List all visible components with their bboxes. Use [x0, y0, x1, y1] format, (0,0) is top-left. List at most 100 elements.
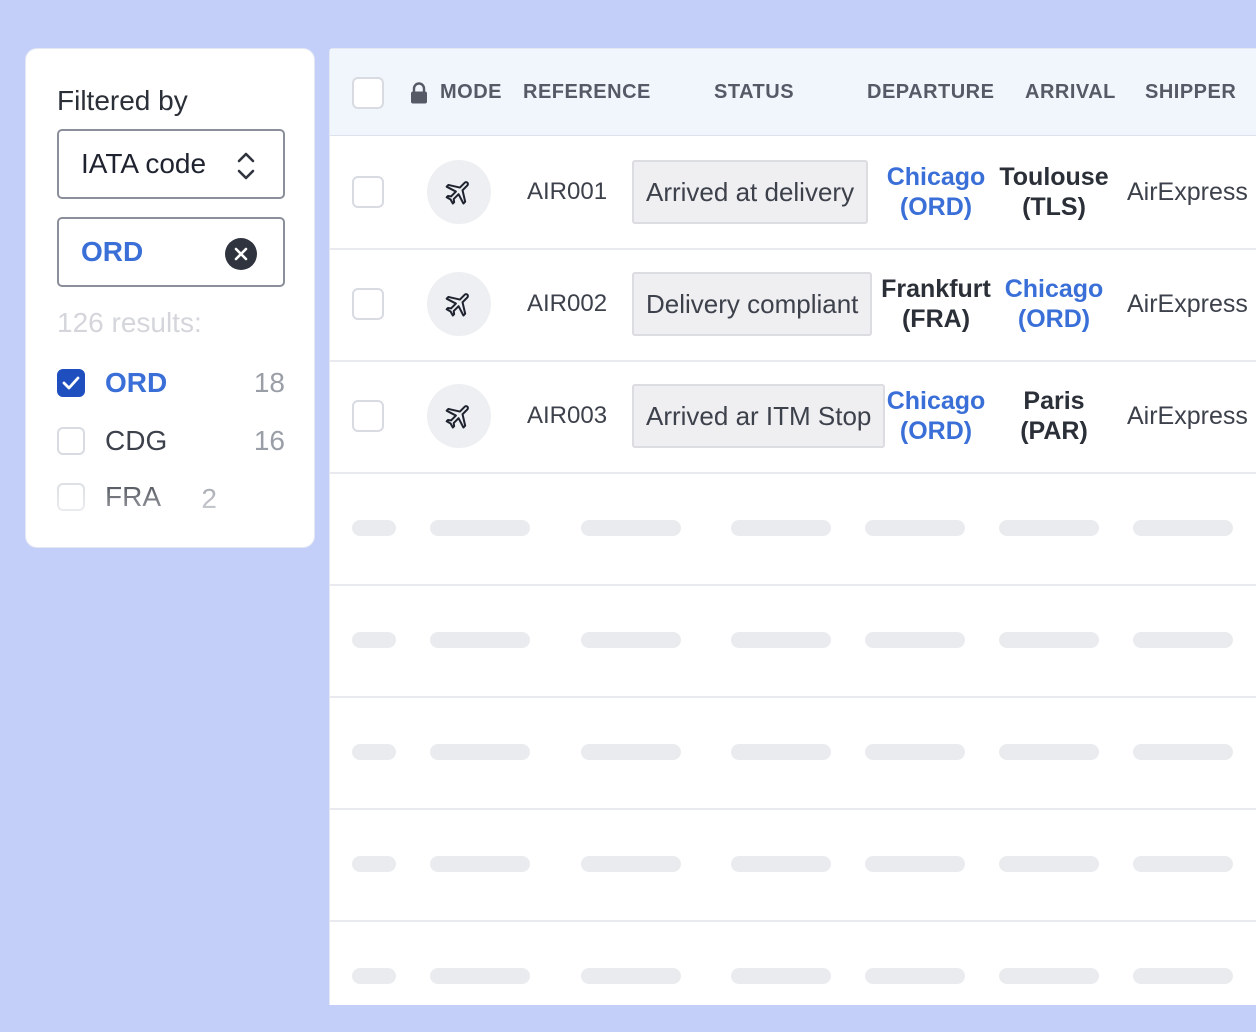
skeleton-bar: [1133, 632, 1233, 648]
arrival-code: (ORD): [1017, 305, 1091, 333]
table-row[interactable]: AIR001 Arrived at delivery Chicago (ORD)…: [330, 136, 1256, 250]
skeleton-bar: [731, 856, 831, 872]
checkbox[interactable]: [57, 427, 85, 455]
skeleton-bar: [999, 856, 1099, 872]
reference-cell: AIR002: [527, 290, 608, 317]
departure-code: (ORD): [899, 417, 973, 445]
row-checkbox[interactable]: [352, 288, 384, 320]
skeleton-bar: [430, 632, 530, 648]
arrival-cell: Toulouse (TLS): [994, 162, 1114, 222]
row-checkbox[interactable]: [352, 400, 384, 432]
table-row[interactable]: AIR003 Arrived ar ITM Stop Chicago (ORD)…: [330, 360, 1256, 474]
skeleton-bar: [1133, 520, 1233, 536]
skeleton-bar: [999, 744, 1099, 760]
filter-option-count: 18: [253, 367, 285, 398]
shipper-cell: AirExpress: [1127, 402, 1248, 430]
shipper-cell: AirExpress: [1127, 290, 1248, 318]
departure-code: (FRA): [901, 305, 971, 333]
skeleton-bar: [430, 968, 530, 984]
skeleton-bar: [1133, 856, 1233, 872]
skeleton-bar: [731, 744, 831, 760]
arrival-city: Chicago: [1004, 275, 1104, 303]
column-header-reference[interactable]: REFERENCE: [523, 81, 651, 104]
skeleton-bar: [999, 520, 1099, 536]
skeleton-bar: [581, 632, 681, 648]
filter-option-count: 2: [201, 483, 217, 514]
skeleton-bar: [581, 856, 681, 872]
skeleton-bar: [430, 856, 530, 872]
select-all-checkbox[interactable]: [352, 77, 384, 109]
departure-city: Chicago: [886, 387, 986, 415]
column-header-mode[interactable]: MODE: [440, 81, 502, 104]
column-header-shipper[interactable]: SHIPPER: [1145, 81, 1236, 104]
departure-city: Frankfurt: [881, 275, 991, 303]
skeleton-bar: [581, 520, 681, 536]
skeleton-bar: [581, 744, 681, 760]
skeleton-bar: [999, 968, 1099, 984]
arrival-cell: Paris (PAR): [994, 386, 1114, 446]
arrival-code: (PAR): [1020, 417, 1088, 445]
column-header-departure[interactable]: DEPARTURE: [867, 81, 994, 104]
skeleton-bar: [731, 968, 831, 984]
skeleton-bar: [999, 632, 1099, 648]
status-badge: Delivery compliant: [632, 272, 873, 336]
plane-icon: [427, 272, 491, 336]
departure-cell[interactable]: Chicago (ORD): [876, 162, 996, 222]
skeleton-bar: [430, 744, 530, 760]
skeleton-row: [330, 696, 1256, 810]
skeleton-bar: [1133, 744, 1233, 760]
skeleton-bar: [1133, 968, 1233, 984]
skeleton-bar: [865, 744, 965, 760]
results-count: 126 results:: [57, 307, 202, 338]
status-badge: Arrived at delivery: [632, 160, 869, 224]
filter-option-label: FRA: [105, 481, 161, 512]
skeleton-bar: [352, 856, 396, 872]
arrival-code: (TLS): [1022, 193, 1086, 221]
shipments-table: MODE REFERENCE STATUS DEPARTURE ARRIVAL …: [329, 48, 1256, 1005]
departure-cell: Frankfurt (FRA): [876, 274, 996, 334]
filter-value-text: ORD: [81, 236, 144, 267]
filter-option-label: CDG: [105, 425, 168, 456]
status-badge: Arrived ar ITM Stop: [632, 384, 886, 448]
checkbox[interactable]: [57, 483, 85, 511]
checkbox-checked-icon[interactable]: [57, 369, 85, 397]
table-row[interactable]: AIR002 Delivery compliant Frankfurt (FRA…: [330, 248, 1256, 362]
arrival-city: Paris: [1023, 387, 1085, 415]
skeleton-bar: [352, 968, 396, 984]
reference-cell: AIR001: [527, 178, 608, 205]
filter-option-fra[interactable]: FRA 2: [57, 479, 217, 515]
filter-panel: Filtered by IATA code ORD 126 results: O…: [25, 48, 315, 548]
plane-icon: [427, 160, 491, 224]
skeleton-row: [330, 584, 1256, 698]
filter-value-input[interactable]: ORD: [57, 217, 285, 287]
filter-field-select[interactable]: IATA code: [57, 129, 285, 199]
filter-option-label: ORD: [105, 367, 168, 398]
chevron-up-down-icon: [237, 152, 255, 180]
filter-title: Filtered by: [57, 85, 188, 116]
arrival-cell[interactable]: Chicago (ORD): [994, 274, 1114, 334]
arrival-city: Toulouse: [999, 163, 1109, 191]
filter-option-ord[interactable]: ORD 18: [57, 365, 285, 401]
skeleton-row: [330, 920, 1256, 1032]
reference-cell: AIR003: [527, 402, 608, 429]
plane-icon: [427, 384, 491, 448]
column-header-arrival[interactable]: ARRIVAL: [1025, 81, 1116, 104]
clear-icon[interactable]: [225, 238, 257, 270]
row-checkbox[interactable]: [352, 176, 384, 208]
skeleton-bar: [430, 520, 530, 536]
departure-cell[interactable]: Chicago (ORD): [876, 386, 996, 446]
skeleton-row: [330, 808, 1256, 922]
departure-city: Chicago: [886, 163, 986, 191]
skeleton-bar: [731, 632, 831, 648]
skeleton-bar: [865, 520, 965, 536]
skeleton-bar: [352, 632, 396, 648]
skeleton-bar: [865, 856, 965, 872]
filter-option-cdg[interactable]: CDG 16: [57, 423, 285, 459]
skeleton-row: [330, 472, 1256, 586]
shipper-cell: AirExpress: [1127, 178, 1248, 206]
skeleton-bar: [731, 520, 831, 536]
skeleton-bar: [865, 968, 965, 984]
table-header: MODE REFERENCE STATUS DEPARTURE ARRIVAL …: [330, 49, 1256, 136]
departure-code: (ORD): [899, 193, 973, 221]
column-header-status[interactable]: STATUS: [714, 81, 794, 104]
